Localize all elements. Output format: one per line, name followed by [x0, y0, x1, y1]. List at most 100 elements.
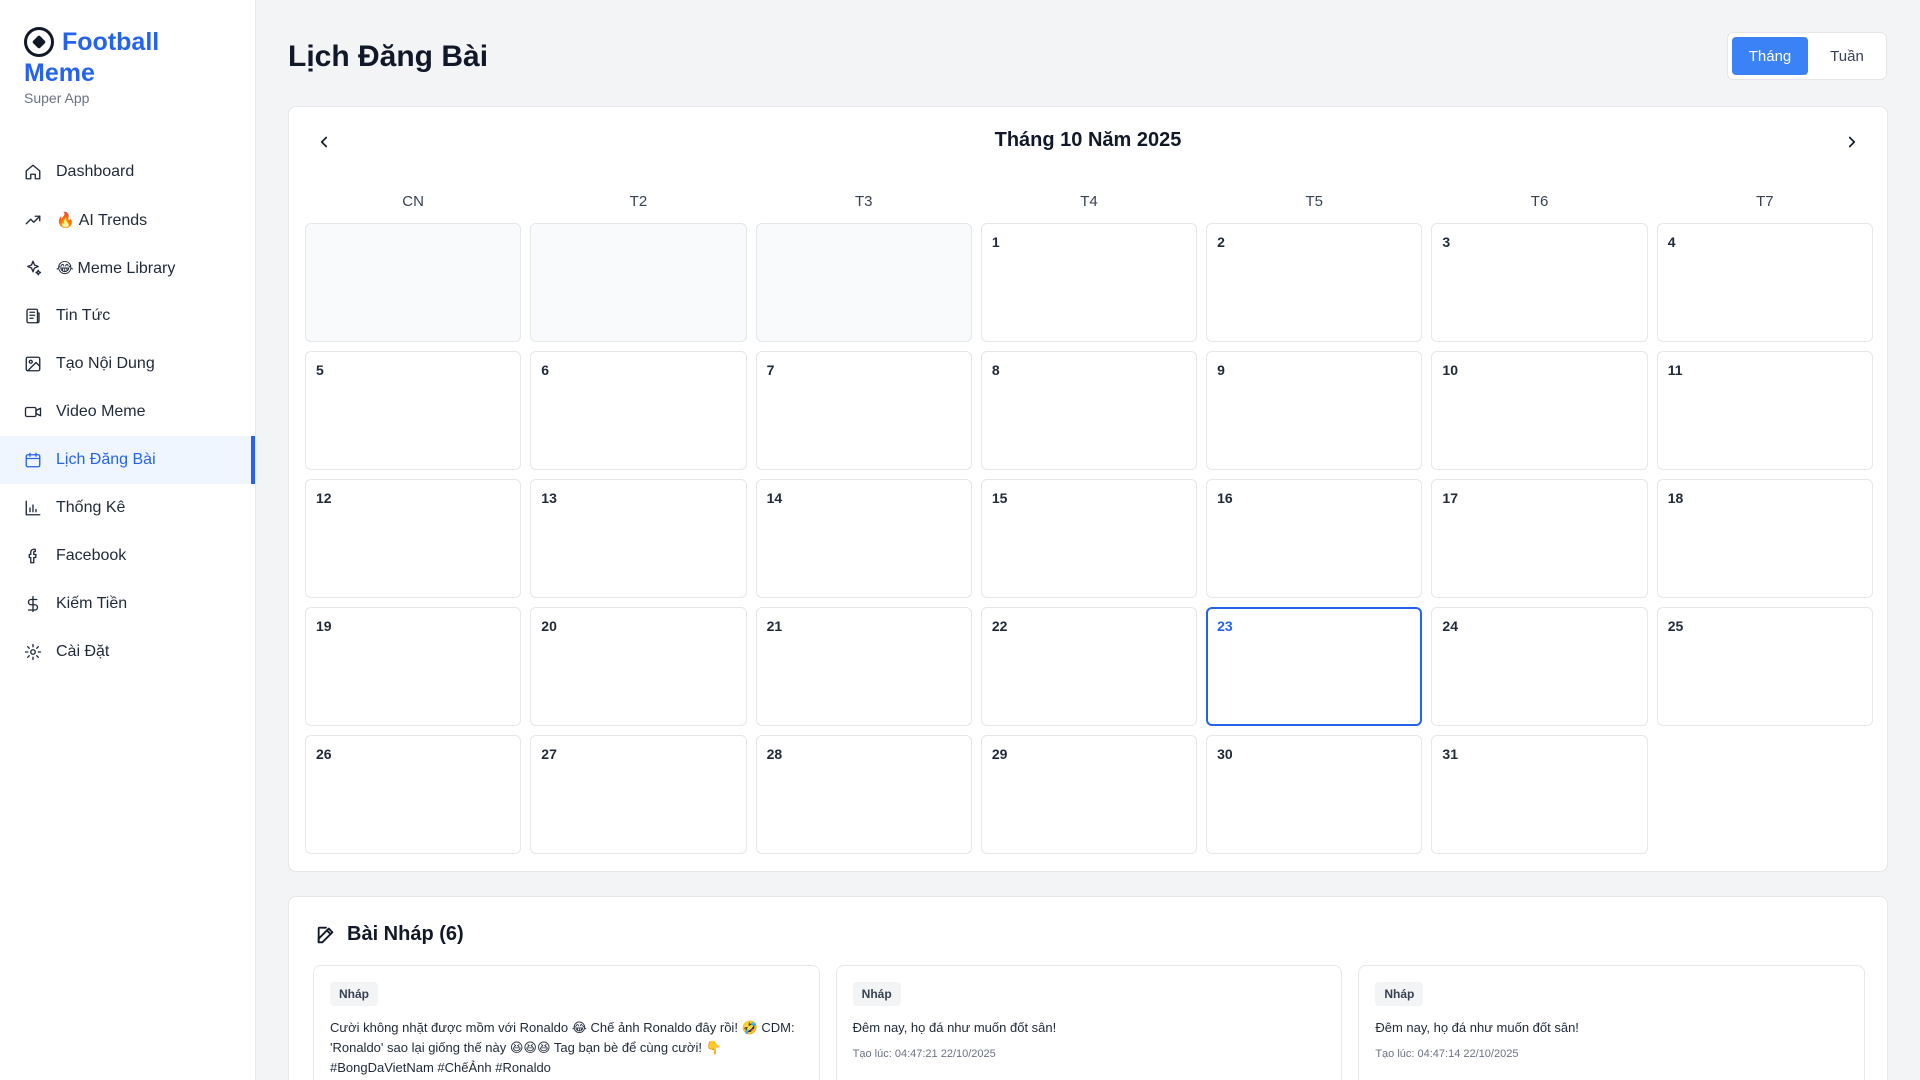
- sparkles-icon: [24, 259, 42, 277]
- calendar-day[interactable]: 28: [755, 735, 972, 854]
- calendar-day[interactable]: 12: [305, 479, 522, 598]
- weekday-label: T4: [1080, 193, 1098, 210]
- calendar-day-number: 16: [1217, 490, 1233, 506]
- sidebar-item-label: Thống Kê: [56, 499, 126, 516]
- sidebar-item-lich-dang-bai[interactable]: Lịch Đăng Bài: [0, 436, 255, 484]
- drafts-heading: Bài Nháp (6): [315, 923, 464, 946]
- calendar-day[interactable]: 18: [1656, 479, 1873, 598]
- calendar-day-number: 6: [541, 362, 550, 378]
- calendar-day[interactable]: 21: [755, 607, 972, 726]
- sidebar-item-ai-trends[interactable]: 🔥 AI Trends: [0, 196, 255, 244]
- fire-emoji: 🔥: [56, 211, 75, 229]
- calendar-day-number: 26: [316, 746, 332, 762]
- calendar-day[interactable]: 4: [1656, 223, 1873, 342]
- calendar-day-number: 23: [1217, 618, 1233, 634]
- calendar-day-today[interactable]: 23: [1206, 607, 1423, 726]
- draft-card[interactable]: Nháp Đêm nay, họ đá như muốn đốt sân! Tạ…: [835, 965, 1343, 1080]
- sidebar-item-tin-tuc[interactable]: Tin Tức: [0, 292, 255, 340]
- page-title: Lịch Đăng Bài: [288, 40, 489, 73]
- sidebar-item-label: Lịch Đăng Bài: [56, 451, 156, 468]
- drafts-title: Bài Nháp (6): [347, 923, 464, 945]
- calendar-day[interactable]: 8: [980, 351, 1198, 470]
- calendar-day[interactable]: 24: [1431, 607, 1648, 726]
- video-icon: [24, 403, 42, 421]
- laughing-emoji: 😂: [56, 259, 74, 277]
- calendar-empty-cell: [530, 223, 747, 342]
- sidebar-item-label: Kiếm Tiền: [56, 595, 128, 612]
- calendar-day-number: 7: [766, 362, 775, 378]
- brand: Football Meme Super App: [0, 0, 255, 106]
- sidebar-item-label: Dashboard: [56, 163, 135, 180]
- calendar-day[interactable]: 10: [1431, 351, 1648, 470]
- calendar-day[interactable]: 9: [1206, 351, 1423, 470]
- chevron-right-icon: [1848, 136, 1856, 148]
- sidebar-item-label: Video Meme: [56, 403, 146, 420]
- calendar-day[interactable]: 15: [980, 479, 1198, 598]
- calendar-header: Tháng 10 Năm 2025: [289, 107, 1887, 179]
- calendar-card: Tháng 10 Năm 2025 CN T2 T3 T4 T5 T6 T7 1234567…: [288, 106, 1888, 872]
- sidebar-item-tao-noi-dung[interactable]: Tạo Nội Dung: [0, 340, 255, 388]
- calendar-day-number: 30: [1217, 746, 1233, 762]
- sidebar-item-kiem-tien[interactable]: Kiếm Tiền: [0, 580, 255, 628]
- calendar-grid: 1 2 3 4 5 6 7 8 9 10 11 12 13 14 15 16 17 18 19 20 21 22 23 24 2…: [305, 223, 1873, 854]
- weekday-label: T3: [854, 193, 873, 210]
- calendar-day[interactable]: 17: [1431, 479, 1648, 598]
- weekday-label: CN: [402, 193, 424, 210]
- calendar-day-number: 8: [991, 362, 1000, 378]
- calendar-day-number: 1: [991, 234, 1000, 250]
- calendar-day-number: 17: [1442, 490, 1458, 506]
- calendar-day[interactable]: 29: [980, 735, 1198, 854]
- draft-card[interactable]: Nháp Cười không nhặt được mồm với Ronald…: [313, 965, 820, 1080]
- calendar-day[interactable]: 26: [305, 735, 522, 854]
- month-view-button[interactable]: Tháng: [1732, 37, 1808, 75]
- calendar-day[interactable]: 13: [530, 479, 747, 598]
- calendar-day[interactable]: 11: [1656, 351, 1873, 470]
- calendar-day-number: 10: [1442, 362, 1458, 378]
- newspaper-icon: [24, 307, 42, 325]
- calendar-day[interactable]: 20: [530, 607, 747, 726]
- calendar-day[interactable]: 1: [980, 223, 1198, 342]
- calendar-day[interactable]: 5: [305, 351, 522, 470]
- calendar-day-number: 29: [991, 746, 1008, 762]
- draft-card[interactable]: Nháp Đêm nay, họ đá như muốn đốt sân! Tạ…: [1358, 965, 1865, 1080]
- calendar-day[interactable]: 16: [1206, 479, 1423, 598]
- calendar-day[interactable]: 31: [1431, 735, 1648, 854]
- calendar-day[interactable]: 27: [530, 735, 747, 854]
- edit-icon: [317, 926, 334, 943]
- soccer-ball-icon: [24, 27, 54, 57]
- sidebar-item-facebook[interactable]: Facebook: [0, 532, 255, 580]
- sidebar-item-thong-ke[interactable]: Thống Kê: [0, 484, 255, 532]
- calendar-day-number: 31: [1442, 746, 1458, 762]
- calendar-day-number: 15: [991, 490, 1008, 506]
- calendar-day[interactable]: 19: [305, 607, 522, 726]
- facebook-icon: [24, 547, 42, 565]
- brand-title: Football: [62, 28, 160, 56]
- calendar-empty-cell: [755, 223, 972, 342]
- sidebar: Football Meme Super App Dashboard 🔥 AI Tr…: [0, 0, 256, 1080]
- weekday-label: T2: [629, 193, 648, 210]
- calendar-day-number: 21: [766, 618, 783, 634]
- calendar-day-number: 2: [1217, 234, 1225, 250]
- draft-badge: Nháp: [330, 982, 378, 1006]
- calendar-day[interactable]: 2: [1206, 223, 1423, 342]
- calendar-day[interactable]: 6: [530, 351, 747, 470]
- calendar-day-number: 27: [541, 746, 557, 762]
- calendar-day-number: 24: [1442, 618, 1458, 634]
- calendar-day[interactable]: 30: [1206, 735, 1423, 854]
- week-view-button[interactable]: Tuần: [1812, 37, 1882, 75]
- calendar-day[interactable]: 22: [980, 607, 1198, 726]
- draft-badge: Nháp: [852, 982, 901, 1006]
- sidebar-item-dashboard[interactable]: Dashboard: [0, 148, 255, 196]
- calendar-day-number: 3: [1442, 234, 1451, 250]
- sidebar-item-meme-library[interactable]: 😂 Meme Library: [0, 244, 255, 292]
- calendar-day[interactable]: 3: [1431, 223, 1648, 342]
- calendar-icon: [24, 451, 42, 469]
- calendar-day[interactable]: 7: [755, 351, 972, 470]
- calendar-day-number: 22: [991, 618, 1008, 634]
- next-month-button[interactable]: [1839, 129, 1865, 155]
- draft-created-time: Tạo lúc: 04:47:14 22/10/2025: [1375, 1048, 1519, 1060]
- calendar-day[interactable]: 14: [755, 479, 972, 598]
- sidebar-item-cai-dat[interactable]: Cài Đặt: [0, 628, 255, 676]
- calendar-day[interactable]: 25: [1656, 607, 1873, 726]
- sidebar-item-video-meme[interactable]: Video Meme: [0, 388, 255, 436]
